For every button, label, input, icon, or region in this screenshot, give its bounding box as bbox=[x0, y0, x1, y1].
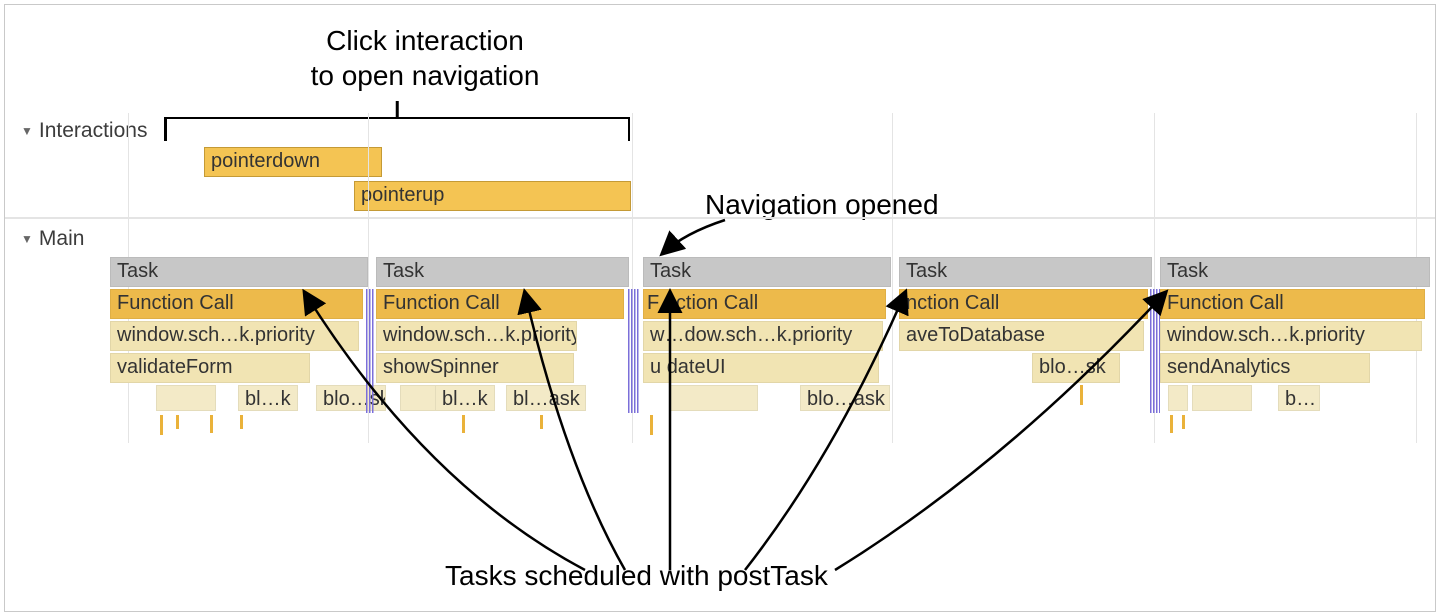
function-call-bar[interactable]: F nction Call bbox=[643, 289, 886, 319]
chevron-down-icon: ▼ bbox=[21, 232, 33, 246]
track-separator bbox=[5, 217, 1435, 219]
task-bar[interactable]: Task bbox=[376, 257, 629, 287]
function-call-bar[interactable]: Function Call bbox=[1160, 289, 1425, 319]
function-call-bar[interactable]: Function Call bbox=[376, 289, 624, 319]
window-priority-bar[interactable]: window.sch…k.priority bbox=[110, 321, 359, 351]
annotation-top-line2: to open navigation bbox=[210, 58, 640, 93]
timeline-main: Task Function Call window.sch…k.priority… bbox=[110, 257, 1430, 457]
devtools-trace-diagram: Click interaction to open navigation Nav… bbox=[4, 4, 1436, 612]
task-bar[interactable]: Task bbox=[899, 257, 1152, 287]
updateui-bar[interactable]: u dateUI bbox=[643, 353, 879, 383]
block-bar[interactable]: blo…sk bbox=[1032, 353, 1120, 383]
task-bar[interactable]: Task bbox=[643, 257, 891, 287]
track-label-main: Main bbox=[39, 227, 85, 251]
window-priority-bar[interactable]: w…dow.sch…k.priority bbox=[643, 321, 883, 351]
block-bar[interactable]: bl…k bbox=[238, 385, 298, 411]
chevron-down-icon: ▼ bbox=[21, 124, 33, 138]
save-db-bar[interactable]: aveToDatabase bbox=[899, 321, 1144, 351]
block-bar[interactable]: bl…k bbox=[435, 385, 495, 411]
showspinner-bar[interactable]: showSpinner bbox=[376, 353, 574, 383]
micro-tasks bbox=[366, 289, 374, 413]
function-call-bar[interactable]: nction Call bbox=[899, 289, 1148, 319]
window-priority-bar[interactable]: window.sch…k.priority bbox=[376, 321, 577, 351]
sub-bar[interactable] bbox=[670, 385, 758, 411]
annotation-top-line1: Click interaction bbox=[210, 23, 640, 58]
function-call-bar[interactable]: Function Call bbox=[110, 289, 363, 319]
sub-bar[interactable] bbox=[156, 385, 216, 411]
validateform-bar[interactable]: validateForm bbox=[110, 353, 310, 383]
annotation-bottom: Tasks scheduled with postTask bbox=[445, 558, 828, 593]
task-bar[interactable]: Task bbox=[1160, 257, 1430, 287]
sub-bar[interactable] bbox=[1168, 385, 1188, 411]
sendanalytics-bar[interactable]: sendAnalytics bbox=[1160, 353, 1370, 383]
micro-tasks bbox=[628, 289, 640, 413]
block-bar[interactable]: blo…sk bbox=[316, 385, 386, 411]
window-priority-bar[interactable]: window.sch…k.priority bbox=[1160, 321, 1422, 351]
block-bar[interactable]: b… bbox=[1278, 385, 1320, 411]
annotation-top: Click interaction to open navigation bbox=[210, 23, 640, 93]
micro-tasks bbox=[1150, 289, 1160, 413]
track-header-main[interactable]: ▼ Main bbox=[21, 227, 84, 251]
sub-bar[interactable] bbox=[1192, 385, 1252, 411]
block-bar[interactable]: blo…ask bbox=[800, 385, 890, 411]
task-bar[interactable]: Task bbox=[110, 257, 368, 287]
block-bar[interactable]: bl…ask bbox=[506, 385, 586, 411]
